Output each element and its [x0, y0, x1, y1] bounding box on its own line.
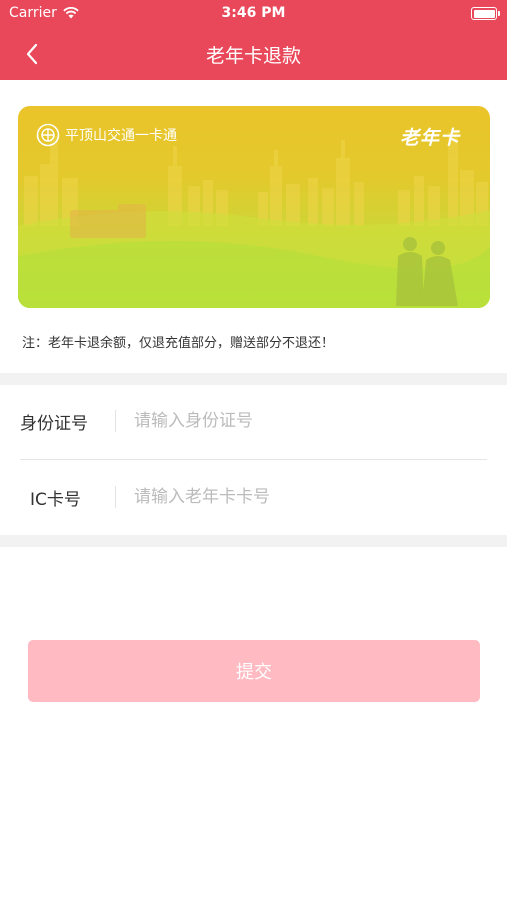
ic-card-input[interactable]	[134, 487, 454, 507]
senior-card-image: 平顶山交通一卡通 老年卡	[18, 106, 490, 308]
id-number-label: 身份证号	[20, 413, 88, 434]
card-brand: 平顶山交通一卡通	[36, 123, 177, 147]
nav-bar: 老年卡退款	[0, 28, 507, 80]
ic-card-row: IC卡号	[20, 462, 487, 532]
ic-card-label: IC卡号	[30, 489, 81, 510]
refund-note: 注：老年卡退余额，仅退充值部分，赠送部分不退还！	[22, 336, 335, 351]
page-title: 老年卡退款	[205, 45, 301, 67]
status-time: 3:46 PM	[221, 5, 286, 21]
field-separator	[115, 486, 116, 508]
field-separator	[115, 410, 116, 432]
section-divider	[0, 535, 507, 547]
row-divider	[20, 459, 487, 460]
status-bar: Carrier 3:46 PM	[0, 0, 507, 28]
transit-card-logo-icon	[36, 123, 60, 147]
id-number-row: 身份证号	[20, 386, 487, 456]
battery-icon	[471, 7, 500, 20]
card-brand-name: 平顶山交通一卡通	[65, 128, 177, 144]
id-number-input[interactable]	[134, 411, 454, 431]
submit-button[interactable]: 提交	[28, 640, 480, 702]
section-divider	[0, 373, 507, 385]
card-type-label: 老年卡	[399, 127, 460, 149]
